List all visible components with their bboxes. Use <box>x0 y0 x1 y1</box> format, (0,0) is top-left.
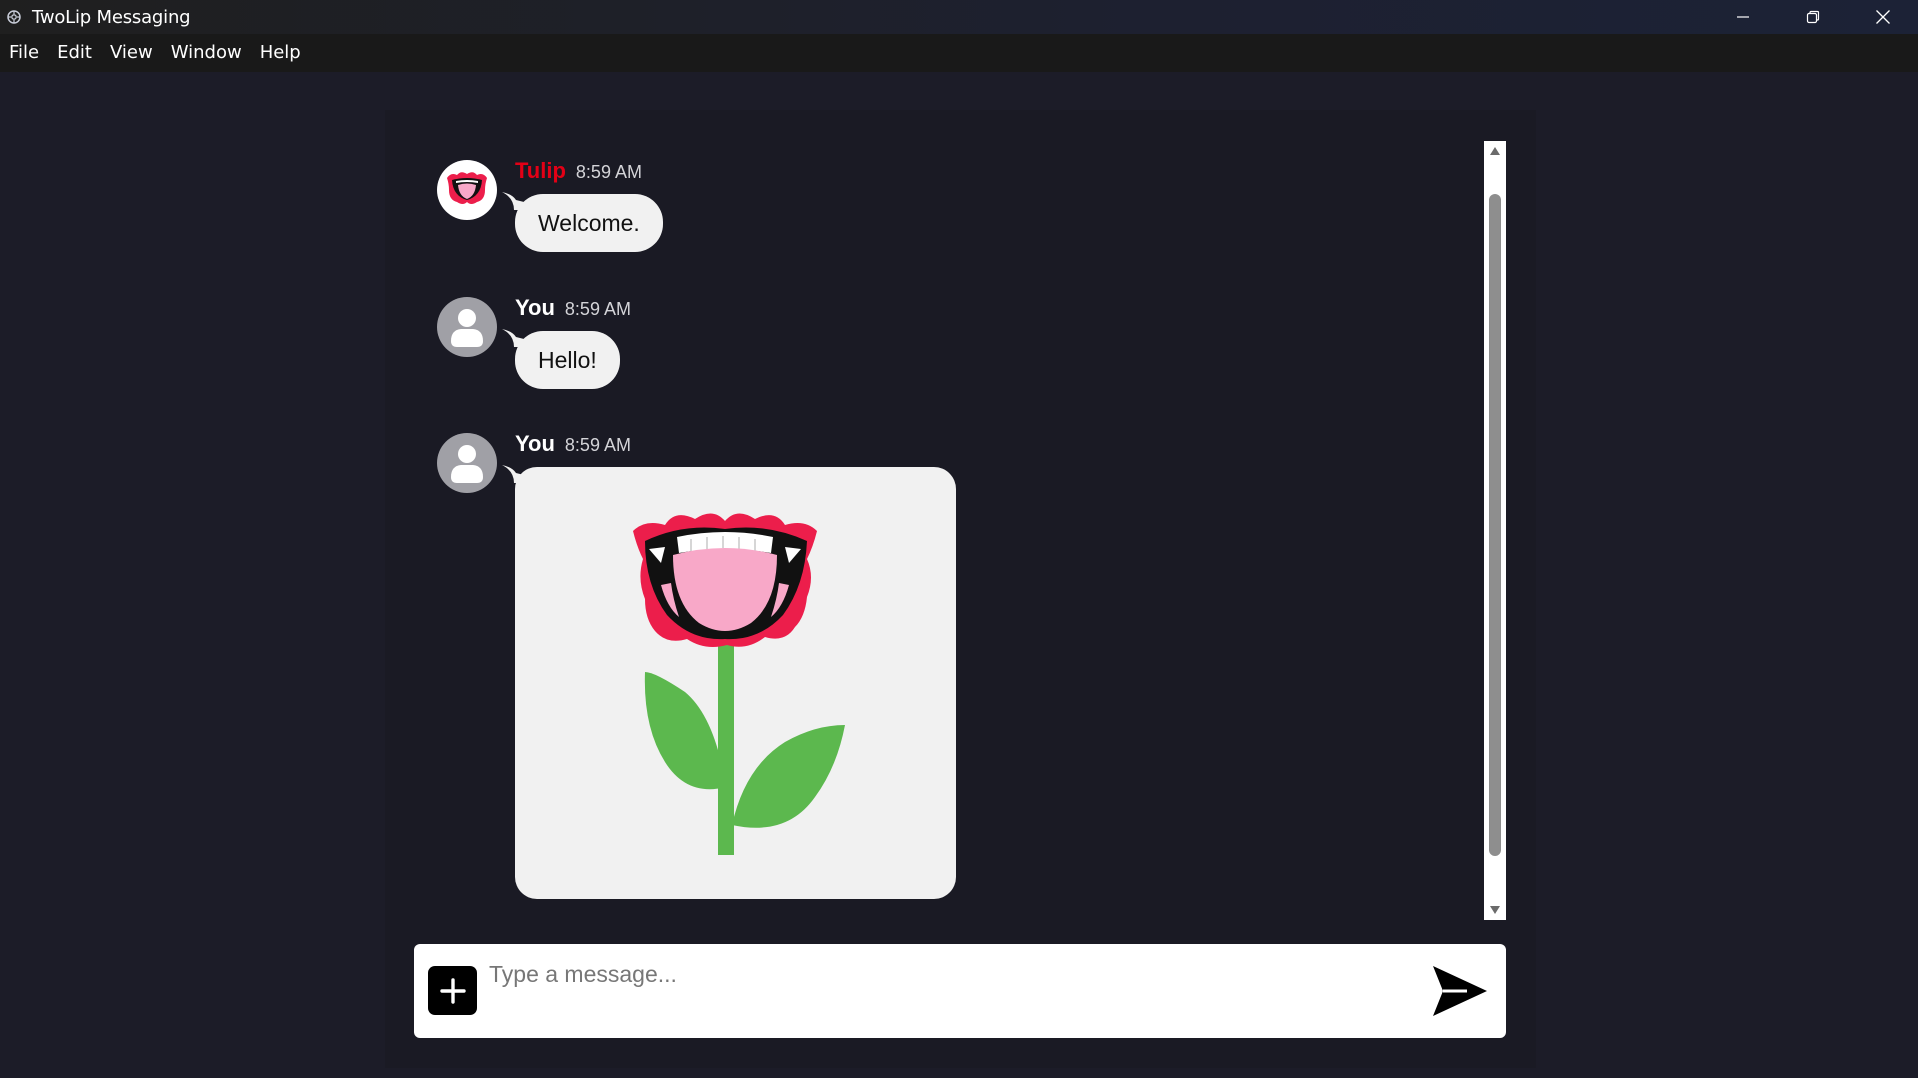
message-bubble: Welcome. <box>515 194 663 252</box>
app-icon <box>4 7 24 27</box>
window-title: TwoLip Messaging <box>32 6 191 28</box>
tulip-mouth-flower-image <box>633 513 845 855</box>
scroll-thumb[interactable] <box>1489 194 1501 856</box>
sender-name: Tulip <box>515 158 566 183</box>
menu-bar: File Edit View Window Help <box>0 34 1918 72</box>
message-header: Tulip 8:59 AM <box>515 158 642 184</box>
user-icon <box>451 445 483 483</box>
close-icon <box>1876 10 1890 24</box>
send-icon <box>1433 966 1487 1016</box>
chat-scrollbar[interactable] <box>1484 141 1506 920</box>
send-button[interactable] <box>1429 962 1491 1020</box>
sender-name: You <box>515 295 555 320</box>
menu-help[interactable]: Help <box>251 38 310 68</box>
scroll-down-button[interactable] <box>1484 900 1506 920</box>
plus-icon <box>439 977 466 1004</box>
menu-edit[interactable]: Edit <box>48 38 101 68</box>
message-time: 8:59 AM <box>564 435 631 455</box>
message-time: 8:59 AM <box>575 162 642 182</box>
tulip-avatar[interactable] <box>437 160 497 220</box>
image-message[interactable] <box>515 467 956 899</box>
message-time: 8:59 AM <box>564 299 631 319</box>
menu-file[interactable]: File <box>0 38 48 68</box>
restore-button[interactable] <box>1778 0 1848 34</box>
user-avatar[interactable] <box>437 297 497 357</box>
restore-icon <box>1806 10 1820 24</box>
title-bar: TwoLip Messaging <box>0 0 1918 34</box>
message-header: You 8:59 AM <box>515 431 631 457</box>
close-button[interactable] <box>1848 0 1918 34</box>
minimize-button[interactable] <box>1708 0 1778 34</box>
chat-panel: Tulip 8:59 AM Welcome. You 8:59 AM Hello… <box>385 110 1536 1068</box>
triangle-up-icon <box>1490 147 1500 155</box>
message-composer <box>414 944 1506 1038</box>
minimize-icon <box>1737 16 1749 18</box>
message-bubble: Hello! <box>515 331 620 389</box>
add-attachment-button[interactable] <box>428 966 477 1015</box>
user-avatar[interactable] <box>437 433 497 493</box>
triangle-down-icon <box>1490 906 1500 914</box>
message-input[interactable] <box>489 954 1389 994</box>
user-icon <box>451 309 483 347</box>
scroll-up-button[interactable] <box>1484 141 1506 161</box>
message-list: Tulip 8:59 AM Welcome. You 8:59 AM Hello… <box>385 110 1505 920</box>
message-header: You 8:59 AM <box>515 295 631 321</box>
sender-name: You <box>515 431 555 456</box>
tulip-mouth-icon <box>447 172 487 204</box>
window-controls <box>1708 0 1918 34</box>
menu-window[interactable]: Window <box>162 38 251 68</box>
menu-view[interactable]: View <box>101 38 162 68</box>
